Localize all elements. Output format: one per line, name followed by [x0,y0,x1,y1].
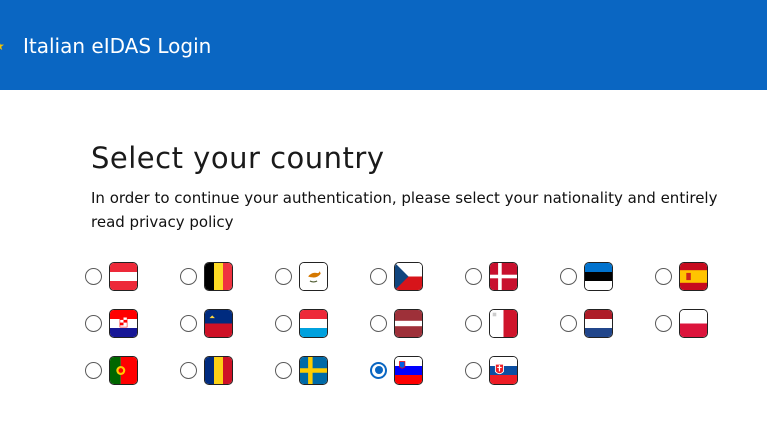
country-radio[interactable] [180,267,197,285]
country-option-cy[interactable] [275,260,345,292]
country-radio[interactable] [560,314,577,332]
country-radio[interactable] [275,314,292,332]
liechtenstein-flag-icon[interactable] [204,308,233,338]
poland-flag-icon[interactable] [679,308,708,338]
country-option-be[interactable] [180,260,250,292]
sweden-flag-icon[interactable] [299,355,328,385]
app-title: Italian eIDAS Login [23,34,212,58]
czech-flag-icon[interactable] [394,261,423,291]
country-radio[interactable] [560,267,577,285]
eu-stars-icon: ★ [0,39,5,53]
app-header: ★ Italian eIDAS Login [0,0,767,90]
svg-text:★: ★ [0,39,5,53]
denmark-flag-icon[interactable] [489,261,518,291]
luxembourg-flag-icon[interactable] [299,308,328,338]
country-option-lu[interactable] [275,307,345,339]
country-option-es[interactable] [655,260,725,292]
croatia-flag-icon[interactable] [109,308,138,338]
country-option-si[interactable] [370,354,440,386]
country-radio[interactable] [370,267,387,285]
country-radio[interactable] [180,314,197,332]
country-option-lv[interactable] [370,307,440,339]
country-option-cz[interactable] [370,260,440,292]
latvia-flag-icon[interactable] [394,308,423,338]
country-option-ro[interactable] [180,354,250,386]
netherlands-flag-icon[interactable] [584,308,613,338]
spain-flag-icon[interactable] [679,261,708,291]
country-radio[interactable] [465,314,482,332]
page-title: Select your country [91,141,385,175]
portugal-flag-icon[interactable] [109,355,138,385]
country-radio[interactable] [180,361,197,379]
main-content: Select your country In order to continue… [91,140,751,234]
country-radio[interactable] [85,314,102,332]
country-option-li[interactable] [180,307,250,339]
country-radio[interactable] [275,361,292,379]
country-option-dk[interactable] [465,260,535,292]
slovakia-flag-icon[interactable] [489,355,518,385]
country-radio[interactable] [370,361,387,379]
cyprus-flag-icon[interactable] [299,261,328,291]
estonia-flag-icon[interactable] [584,261,613,291]
country-radio[interactable] [655,314,672,332]
belgium-flag-icon[interactable] [204,261,233,291]
country-option-pl[interactable] [655,307,725,339]
country-option-ee[interactable] [560,260,630,292]
austria-flag-icon[interactable] [109,261,138,291]
country-option-at[interactable] [85,260,155,292]
romania-flag-icon[interactable] [204,355,233,385]
country-option-se[interactable] [275,354,345,386]
country-radio[interactable] [465,361,482,379]
country-radio[interactable] [275,267,292,285]
malta-flag-icon[interactable] [489,308,518,338]
country-radio[interactable] [465,267,482,285]
country-radio[interactable] [85,267,102,285]
country-radio[interactable] [370,314,387,332]
slovenia-flag-icon[interactable] [394,355,423,385]
country-radio[interactable] [85,361,102,379]
country-option-nl[interactable] [560,307,630,339]
country-option-pt[interactable] [85,354,155,386]
page-subtitle: In order to continue your authentication… [91,189,718,231]
country-option-hr[interactable] [85,307,155,339]
country-radio[interactable] [655,267,672,285]
country-option-sk[interactable] [465,354,535,386]
country-option-mt[interactable] [465,307,535,339]
